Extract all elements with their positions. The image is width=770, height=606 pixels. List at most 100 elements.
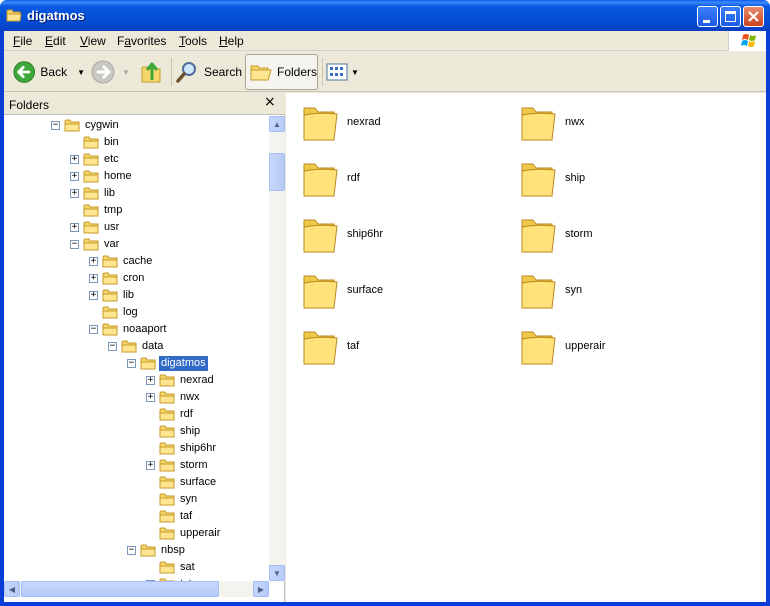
tree-node[interactable]: surface	[146, 474, 268, 491]
folder-item-label: upperair	[565, 340, 606, 352]
h-scroll-thumb[interactable]	[21, 581, 219, 597]
expand-icon[interactable]: +	[70, 155, 79, 164]
tree-node[interactable]: + lib	[70, 185, 210, 202]
views-dropdown-icon[interactable]: ▼	[351, 68, 359, 77]
expand-icon[interactable]: +	[146, 393, 155, 402]
tree-node[interactable]: taf	[146, 508, 268, 525]
scroll-up-icon[interactable]: ▲	[269, 116, 285, 132]
tree-node-label: rdf	[180, 408, 193, 420]
folder-item[interactable]: surface	[301, 270, 501, 318]
forward-dropdown-icon[interactable]: ▼	[122, 68, 130, 77]
tree-node[interactable]: log	[89, 304, 229, 321]
tree-horizontal-scrollbar[interactable]: ◀ ▶	[4, 581, 269, 597]
tree-node[interactable]: + lib	[89, 287, 229, 304]
tree-node[interactable]: upperair	[146, 525, 268, 542]
scroll-down-icon[interactable]: ▼	[269, 565, 285, 581]
scroll-left-icon[interactable]: ◀	[4, 581, 20, 597]
tree-node[interactable]: + storm	[146, 457, 268, 474]
folder-item[interactable]: nexrad	[301, 102, 501, 150]
folder-icon	[519, 158, 557, 198]
folder-item[interactable]: nwx	[519, 102, 719, 150]
folders-pane-close-icon[interactable]: ×	[264, 95, 278, 109]
folder-item[interactable]: ship	[519, 158, 719, 206]
collapse-icon[interactable]: −	[89, 325, 98, 334]
close-button[interactable]	[743, 6, 764, 27]
back-dropdown-icon[interactable]: ▼	[77, 68, 85, 77]
tree-node[interactable]: ship6hr	[146, 440, 268, 457]
tree-node[interactable]: − cygwin	[51, 117, 191, 134]
maximize-button[interactable]	[720, 6, 741, 27]
views-button[interactable]: ▼	[326, 54, 362, 90]
expand-icon[interactable]: +	[70, 189, 79, 198]
client-area: File Edit View Favorites Tools Help Back…	[4, 31, 766, 602]
title-bar[interactable]: digatmos	[0, 0, 770, 31]
expand-icon[interactable]: +	[89, 274, 98, 283]
folder-icon	[301, 102, 339, 142]
tree-node[interactable]: rdf	[146, 406, 268, 423]
tree-node[interactable]: − noaaport	[89, 321, 229, 338]
menu-help[interactable]: Help	[219, 34, 244, 48]
folder-item[interactable]: upperair	[519, 326, 719, 374]
menu-view-label: iew	[87, 34, 106, 48]
menu-file[interactable]: File	[13, 34, 32, 48]
collapse-icon[interactable]: −	[127, 546, 136, 555]
tree-node[interactable]: + cache	[89, 253, 229, 270]
expand-icon[interactable]: +	[70, 223, 79, 232]
menu-view[interactable]: View	[80, 34, 106, 48]
folder-item[interactable]: taf	[301, 326, 501, 374]
folder-item[interactable]: storm	[519, 214, 719, 262]
toolbar-separator	[322, 58, 323, 86]
forward-button[interactable]: ▼	[90, 54, 138, 90]
folders-pane-header: Folders ×	[4, 93, 285, 115]
tree-node[interactable]: ship	[146, 423, 268, 440]
menu-favorites[interactable]: Favorites	[117, 34, 166, 48]
search-button[interactable]: Search	[175, 54, 242, 90]
scroll-right-icon[interactable]: ▶	[253, 581, 269, 597]
tree-node[interactable]: + usr	[70, 219, 210, 236]
menu-tools[interactable]: Tools	[179, 34, 207, 48]
tree-node[interactable]: − digatmos	[127, 355, 267, 372]
back-button[interactable]: Back ▼	[10, 54, 85, 90]
collapse-icon[interactable]: −	[51, 121, 60, 130]
tree-node-label: bin	[104, 136, 119, 148]
tree-node[interactable]: − var	[70, 236, 210, 253]
menu-edit-label: dit	[53, 34, 66, 48]
tree-node[interactable]: − data	[108, 338, 248, 355]
folder-icon	[83, 186, 99, 200]
folder-icon	[301, 326, 339, 366]
tree-node[interactable]: bin	[70, 134, 210, 151]
tree-node[interactable]: tmp	[70, 202, 210, 219]
tree-node[interactable]: sat	[146, 559, 268, 576]
collapse-icon[interactable]: −	[70, 240, 79, 249]
folder-icon	[83, 152, 99, 166]
expand-icon[interactable]: +	[89, 291, 98, 300]
folder-item[interactable]: ship6hr	[301, 214, 501, 262]
tree-node[interactable]: + home	[70, 168, 210, 185]
views-icon	[326, 63, 348, 81]
expand-icon[interactable]: +	[89, 257, 98, 266]
tree-node[interactable]: + nwx	[146, 389, 268, 406]
folder-icon	[102, 254, 118, 268]
menu-edit[interactable]: Edit	[45, 34, 66, 48]
expand-icon[interactable]: +	[146, 376, 155, 385]
folder-item[interactable]: syn	[519, 270, 719, 318]
expand-icon[interactable]: +	[146, 461, 155, 470]
tree-node[interactable]: syn	[146, 491, 268, 508]
up-folder-button[interactable]	[140, 54, 168, 90]
tree-vertical-scrollbar[interactable]: ▲ ▼	[269, 116, 285, 581]
tree-node-label: home	[104, 170, 132, 182]
folder-item[interactable]: rdf	[301, 158, 501, 206]
tree-node[interactable]: − nbsp	[127, 542, 267, 559]
tree-node[interactable]: + etc	[70, 151, 210, 168]
tree-node[interactable]: + cron	[89, 270, 229, 287]
collapse-icon[interactable]: −	[127, 359, 136, 368]
scroll-thumb[interactable]	[269, 153, 285, 191]
folders-button[interactable]: Folders	[245, 54, 318, 90]
collapse-icon[interactable]: −	[108, 342, 117, 351]
tree-node[interactable]: + nexrad	[146, 372, 268, 389]
menu-tools-label: ools	[185, 34, 208, 48]
forward-arrow-icon	[91, 60, 115, 84]
tree-node-label: cache	[123, 255, 153, 267]
minimize-button[interactable]	[697, 6, 718, 27]
expand-icon[interactable]: +	[70, 172, 79, 181]
